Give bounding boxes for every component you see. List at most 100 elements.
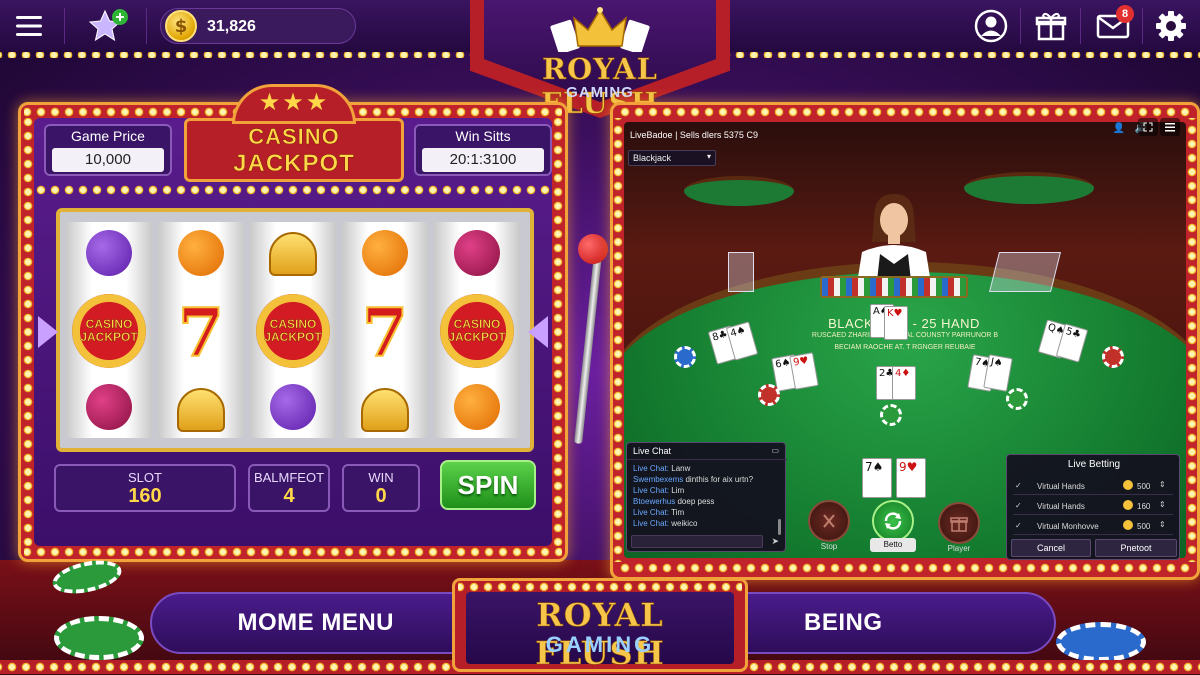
user-profile-icon[interactable] [972, 8, 1010, 44]
bet-row[interactable]: ✓ Virtual Hands 500 ⇕ [1013, 477, 1173, 495]
chat-options-icon[interactable]: ▭ [771, 446, 779, 455]
bet-row[interactable]: ✓ Virtual Monhovve 500 ⇕ [1013, 517, 1173, 535]
stop-label: Stop [820, 542, 838, 551]
bottom-logo-subtitle: GAMING [545, 632, 655, 657]
slot-lights-mid [34, 184, 552, 196]
reel-3: CASINO JACKPOT [250, 222, 336, 438]
check-icon: ✓ [1015, 501, 1022, 510]
crown-cards-icon [548, 6, 652, 55]
live-header-info: | Sells dlers 5375 C9 [675, 130, 758, 140]
jackpot-title-line2: JACKPOT [233, 150, 355, 178]
bell-icon [361, 388, 409, 432]
plum-icon [270, 384, 316, 430]
win-stats-label: Win Sitts [455, 128, 511, 144]
live-lights-left [612, 118, 624, 562]
coin-icon: $ [165, 10, 197, 42]
live-header-title: LiveBadoe [630, 130, 673, 140]
chat-message: Live Chat: weikico [633, 519, 698, 528]
mail-badge: 8 [1116, 5, 1134, 23]
divider [1142, 8, 1143, 44]
reel-2: 7 [158, 222, 244, 438]
payline-right-arrow-icon [528, 316, 548, 348]
win-stat-label: WIN [368, 470, 394, 485]
coin-icon [1123, 480, 1133, 490]
bet-row-name: Virtual Hands [1037, 502, 1085, 511]
bell-icon [177, 388, 225, 432]
gift-icon[interactable] [1032, 8, 1070, 44]
payline-left-arrow-icon [38, 316, 58, 348]
orange-icon [454, 384, 500, 430]
live-chat-panel: Live Chat ▭ Live Chat: Lanw Swembexems d… [626, 442, 787, 552]
slot-lights-bottom [24, 546, 562, 558]
player-button[interactable] [938, 502, 980, 544]
bet-row-name: Virtual Monhovve [1037, 522, 1099, 531]
bet-row-amount: 500 [1137, 482, 1151, 491]
people-icon[interactable]: 👤 [1110, 120, 1128, 136]
home-menu-button[interactable]: MOME MENU [150, 592, 466, 654]
live-chat-title: Live Chat [633, 446, 672, 456]
slot-stat-label: SLOT [128, 470, 162, 485]
live-lights-bottom [616, 562, 1194, 574]
chevron-down-icon: ▾ [706, 152, 711, 161]
slot-stat-box: SLOT 160 [54, 464, 236, 512]
bet-button[interactable] [872, 500, 914, 542]
live-betting-panel: Live Betting ✓ Virtual Hands 500 ⇕ ✓ Vir… [1006, 454, 1180, 560]
hamburger-menu-icon[interactable] [12, 10, 46, 42]
cancel-button[interactable]: Cancel [1011, 539, 1091, 557]
casino-jackpot-icon: CASINO JACKPOT [72, 294, 146, 368]
balance-stat-value: 4 [283, 485, 295, 507]
win-stats-value: 20:1:3100 [422, 148, 544, 172]
send-icon[interactable]: ➤ [771, 536, 779, 547]
slot-lights-right [552, 118, 564, 546]
live-lights-right [1186, 118, 1198, 562]
fullscreen-icon[interactable] [1138, 118, 1158, 136]
chat-message: Live Chat: Lim [633, 486, 685, 495]
lever-knob[interactable] [578, 234, 608, 264]
slot-stat-value: 160 [128, 485, 162, 507]
menu-icon[interactable] [1160, 118, 1180, 136]
balance-stat-label: BALMFEOT [253, 470, 325, 485]
confirm-button[interactable]: Pnetoot [1095, 539, 1177, 557]
divider [64, 8, 65, 44]
game-select-dropdown[interactable]: Blackjack ▾ [628, 150, 716, 166]
reel-1: CASINO JACKPOT [66, 222, 152, 438]
betting-chip [674, 346, 696, 368]
game-screen: $ 31,826 8 ROYAL FLUSH GAMING Game Price… [0, 0, 1200, 675]
coin-balance-value: 31,826 [207, 18, 256, 35]
orange-icon [362, 230, 408, 276]
discard-holder [728, 252, 754, 292]
poker-chip-decoration [54, 616, 144, 660]
chevron-up-down-icon[interactable]: ⇕ [1159, 520, 1166, 529]
orange-icon [178, 230, 224, 276]
chat-scrollbar[interactable] [778, 519, 781, 535]
spin-button[interactable]: SPIN [440, 460, 536, 510]
game-price-value: 10,000 [52, 148, 164, 172]
star-plus-icon[interactable] [86, 6, 130, 46]
being-button[interactable]: BEING [736, 592, 1056, 654]
game-price-label: Game Price [71, 128, 145, 144]
bet-row-amount: 160 [1137, 502, 1151, 511]
balance-stat-box: BALMFEOT 4 [248, 464, 330, 512]
betting-chip [1102, 346, 1124, 368]
card-shoe [989, 252, 1061, 292]
chevron-up-down-icon[interactable]: ⇕ [1159, 480, 1166, 489]
betting-chip [758, 384, 780, 406]
lever-arm[interactable] [574, 254, 602, 444]
gear-icon[interactable] [1152, 8, 1190, 44]
chevron-up-down-icon[interactable]: ⇕ [1159, 500, 1166, 509]
casino-jackpot-icon: CASINO JACKPOT [256, 294, 330, 368]
plum-icon [86, 230, 132, 276]
betting-chip [880, 404, 902, 426]
stop-button[interactable] [808, 500, 850, 542]
divider [627, 459, 787, 460]
chat-message: Swembexems dinthis for aix urtn? [633, 475, 754, 484]
raspberry-icon [454, 230, 500, 276]
logo-subtitle: GAMING [566, 84, 634, 101]
slot-lights-left [22, 118, 34, 546]
dealer-avatar [846, 190, 942, 290]
bottom-logo-lights [458, 582, 742, 592]
casino-jackpot-icon: CASINO JACKPOT [440, 294, 514, 368]
chat-input[interactable] [631, 535, 763, 548]
bet-row[interactable]: ✓ Virtual Hands 160 ⇕ [1013, 497, 1173, 515]
player-card: 7♠ [862, 458, 892, 498]
